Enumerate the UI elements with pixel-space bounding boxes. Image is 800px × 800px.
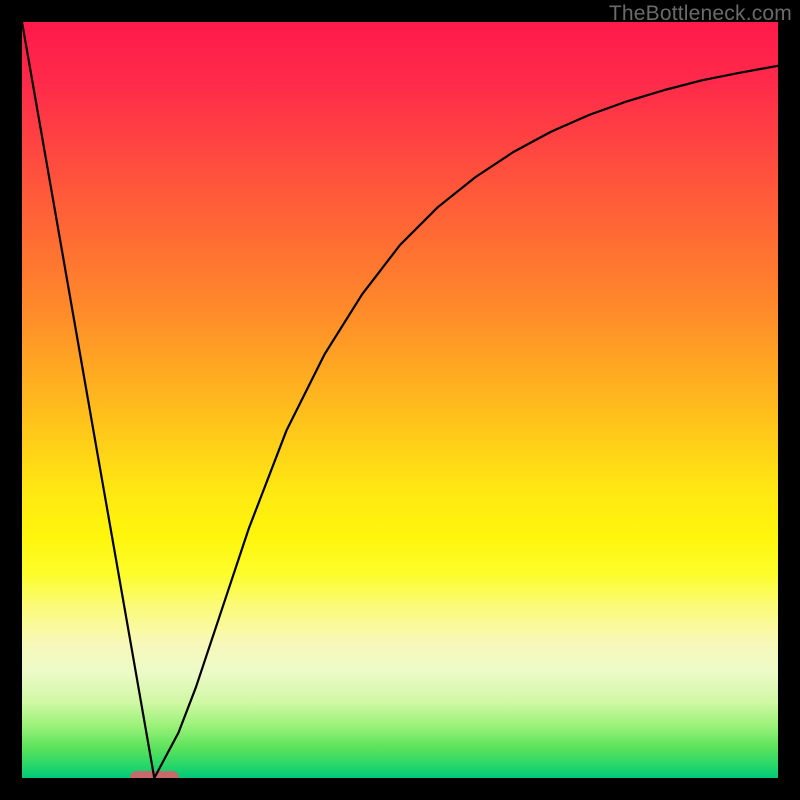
plot-area: [22, 22, 778, 778]
rainbow-gradient-background: [22, 22, 778, 778]
highlight-marker: [130, 771, 179, 778]
chart-frame: TheBottleneck.com: [0, 0, 800, 800]
